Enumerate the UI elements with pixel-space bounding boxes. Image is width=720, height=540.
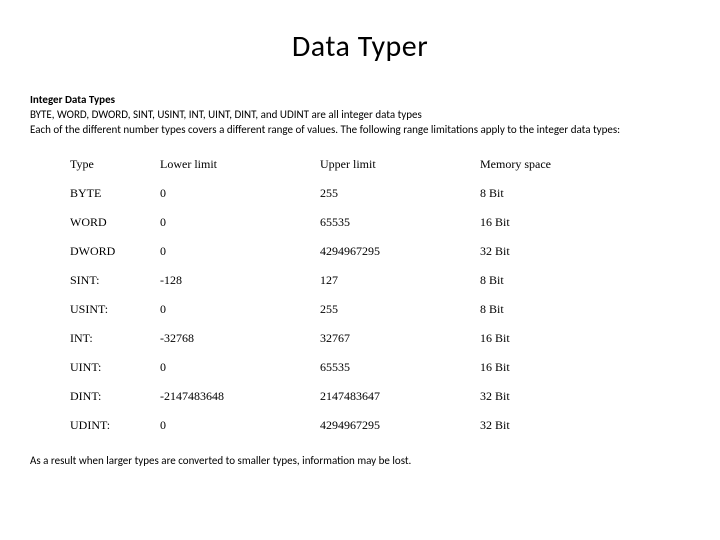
cell-type: WORD — [70, 208, 160, 237]
slide: Data Typer Integer Data Types BYTE, WORD… — [0, 0, 720, 540]
cell-mem: 16 Bit — [480, 353, 610, 382]
table-header-row: Type Lower limit Upper limit Memory spac… — [70, 150, 610, 179]
cell-mem: 16 Bit — [480, 324, 610, 353]
cell-type: SINT: — [70, 266, 160, 295]
table-row: USINT: 0 255 8 Bit — [70, 295, 610, 324]
cell-lower: -2147483648 — [160, 382, 320, 411]
cell-upper: 32767 — [320, 324, 480, 353]
cell-upper: 4294967295 — [320, 237, 480, 266]
cell-type: UINT: — [70, 353, 160, 382]
table-row: WORD 0 65535 16 Bit — [70, 208, 610, 237]
cell-lower: 0 — [160, 208, 320, 237]
intro-subhead: Integer Data Types — [30, 93, 690, 108]
cell-mem: 32 Bit — [480, 237, 610, 266]
cell-lower: 0 — [160, 237, 320, 266]
cell-lower: 0 — [160, 295, 320, 324]
cell-upper: 4294967295 — [320, 411, 480, 440]
cell-lower: -128 — [160, 266, 320, 295]
cell-mem: 16 Bit — [480, 208, 610, 237]
cell-upper: 127 — [320, 266, 480, 295]
cell-lower: 0 — [160, 411, 320, 440]
cell-type: USINT: — [70, 295, 160, 324]
th-mem: Memory space — [480, 150, 610, 179]
integer-types-table: Type Lower limit Upper limit Memory spac… — [70, 150, 610, 440]
cell-upper: 65535 — [320, 208, 480, 237]
cell-upper: 2147483647 — [320, 382, 480, 411]
cell-mem: 8 Bit — [480, 295, 610, 324]
cell-type: UDINT: — [70, 411, 160, 440]
table-row: DINT: -2147483648 2147483647 32 Bit — [70, 382, 610, 411]
table-row: UDINT: 0 4294967295 32 Bit — [70, 411, 610, 440]
page-title: Data Typer — [30, 28, 690, 65]
intro-block: Integer Data Types BYTE, WORD, DWORD, SI… — [30, 93, 690, 138]
outro-text: As a result when larger types are conver… — [30, 454, 690, 467]
table-row: BYTE 0 255 8 Bit — [70, 179, 610, 208]
cell-type: DINT: — [70, 382, 160, 411]
cell-mem: 32 Bit — [480, 382, 610, 411]
cell-lower: -32768 — [160, 324, 320, 353]
intro-line2: Each of the different number types cover… — [30, 123, 690, 138]
cell-mem: 32 Bit — [480, 411, 610, 440]
cell-upper: 255 — [320, 295, 480, 324]
cell-type: INT: — [70, 324, 160, 353]
cell-lower: 0 — [160, 179, 320, 208]
table-row: DWORD 0 4294967295 32 Bit — [70, 237, 610, 266]
cell-mem: 8 Bit — [480, 179, 610, 208]
cell-upper: 255 — [320, 179, 480, 208]
cell-type: DWORD — [70, 237, 160, 266]
cell-lower: 0 — [160, 353, 320, 382]
intro-line1: BYTE, WORD, DWORD, SINT, USINT, INT, UIN… — [30, 108, 690, 123]
cell-type: BYTE — [70, 179, 160, 208]
table-row: SINT: -128 127 8 Bit — [70, 266, 610, 295]
th-upper: Upper limit — [320, 150, 480, 179]
table-row: UINT: 0 65535 16 Bit — [70, 353, 610, 382]
cell-mem: 8 Bit — [480, 266, 610, 295]
table-row: INT: -32768 32767 16 Bit — [70, 324, 610, 353]
th-lower: Lower limit — [160, 150, 320, 179]
cell-upper: 65535 — [320, 353, 480, 382]
th-type: Type — [70, 150, 160, 179]
